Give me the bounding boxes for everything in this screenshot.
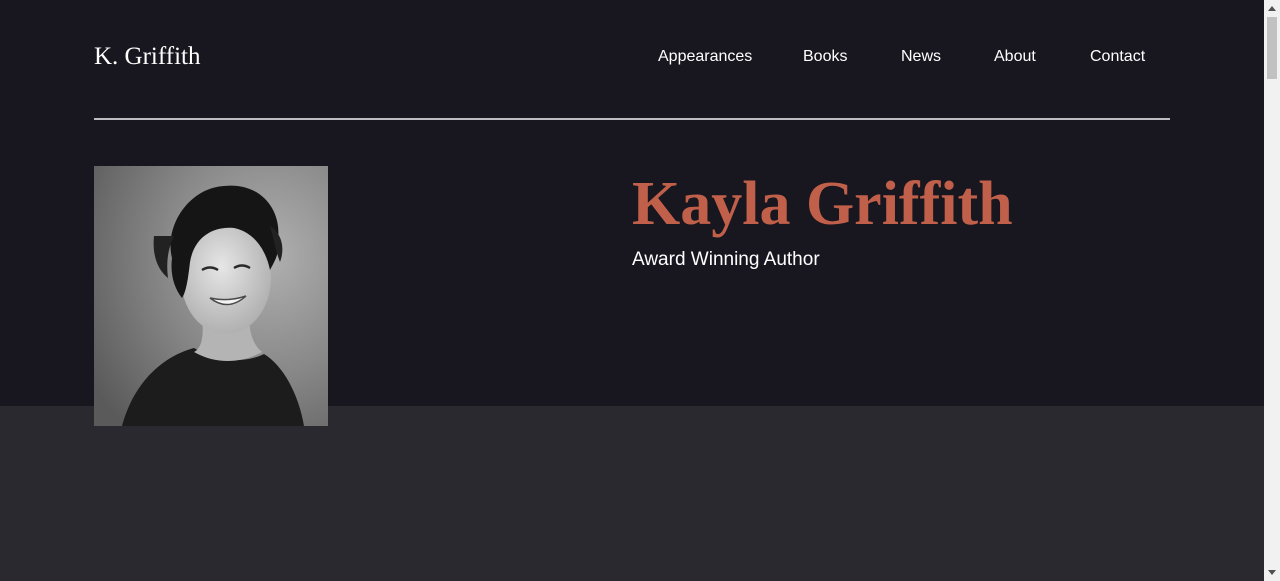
nav-item-contact[interactable]: Contact	[1090, 47, 1145, 67]
scrollbar-thumb[interactable]	[1267, 17, 1277, 79]
scroll-down-button[interactable]	[1264, 564, 1280, 581]
author-tagline: Award Winning Author	[632, 249, 820, 270]
vertical-scrollbar[interactable]	[1264, 0, 1280, 581]
main-nav: Appearances Books News About Contact	[0, 47, 1264, 69]
author-name: Kayla Griffith	[632, 170, 1013, 238]
arrow-up-icon	[1268, 6, 1276, 11]
author-portrait	[94, 166, 328, 426]
scroll-up-button[interactable]	[1264, 0, 1280, 17]
page-viewport: K. Griffith Appearances Books News About…	[0, 0, 1264, 581]
nav-item-books[interactable]: Books	[803, 47, 847, 67]
arrow-down-icon	[1268, 570, 1276, 575]
header-divider	[94, 118, 1170, 120]
nav-item-about[interactable]: About	[994, 47, 1036, 67]
portrait-photo-icon	[94, 166, 328, 426]
nav-item-appearances[interactable]: Appearances	[658, 47, 752, 67]
nav-item-news[interactable]: News	[901, 47, 941, 67]
content-section	[0, 406, 1264, 581]
